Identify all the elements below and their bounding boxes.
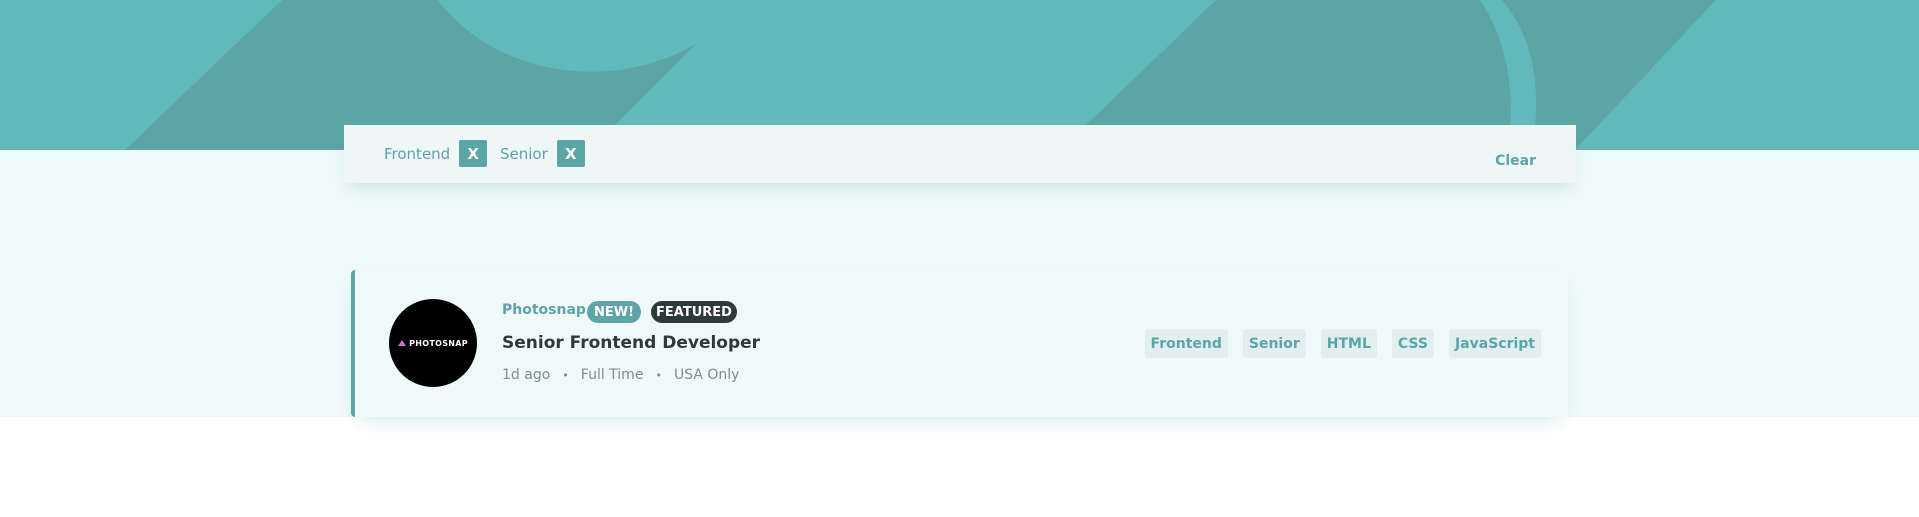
clear-filters-button[interactable]: Clear (1495, 153, 1536, 169)
meta-separator: • (655, 368, 662, 382)
remove-filter-senior-button[interactable]: X (556, 140, 585, 167)
logo-text: PHOTOSNAP (409, 338, 468, 348)
filter-bar: Frontend X Senior X Clear (344, 125, 1576, 183)
remove-filter-frontend-button[interactable]: X (459, 140, 488, 167)
filter-chip-senior: Senior X (500, 140, 585, 167)
page: Frontend X Senior X Clear PHOTOSNAP Phot… (0, 0, 1919, 517)
company-logo: PHOTOSNAP (389, 299, 477, 387)
tag-frontend[interactable]: Frontend (1144, 329, 1228, 358)
tag-html[interactable]: HTML (1320, 329, 1377, 358)
job-tags: Frontend Senior HTML CSS JavaScript (1144, 329, 1541, 358)
featured-badge: FEATURED (651, 301, 737, 323)
job-title[interactable]: Senior Frontend Developer (502, 333, 760, 353)
filter-chip-label: Senior (500, 144, 548, 163)
job-meta: 1d ago • Full Time • USA Only (502, 367, 739, 383)
contract-type: Full Time (580, 367, 644, 383)
filter-chip-frontend: Frontend X (384, 140, 488, 167)
company-name: Photosnap (502, 302, 586, 318)
filter-chip-label: Frontend (384, 144, 451, 163)
meta-separator: • (562, 368, 569, 382)
tag-senior[interactable]: Senior (1242, 329, 1306, 358)
logo-triangle-icon (398, 340, 407, 346)
job-card: PHOTOSNAP Photosnap NEW! FEATURED Senior… (351, 270, 1568, 417)
job-location: USA Only (673, 367, 740, 383)
new-badge: NEW! (587, 301, 641, 323)
tag-javascript[interactable]: JavaScript (1448, 329, 1541, 358)
tag-css[interactable]: CSS (1391, 329, 1434, 358)
posted-time: 1d ago (502, 367, 551, 383)
